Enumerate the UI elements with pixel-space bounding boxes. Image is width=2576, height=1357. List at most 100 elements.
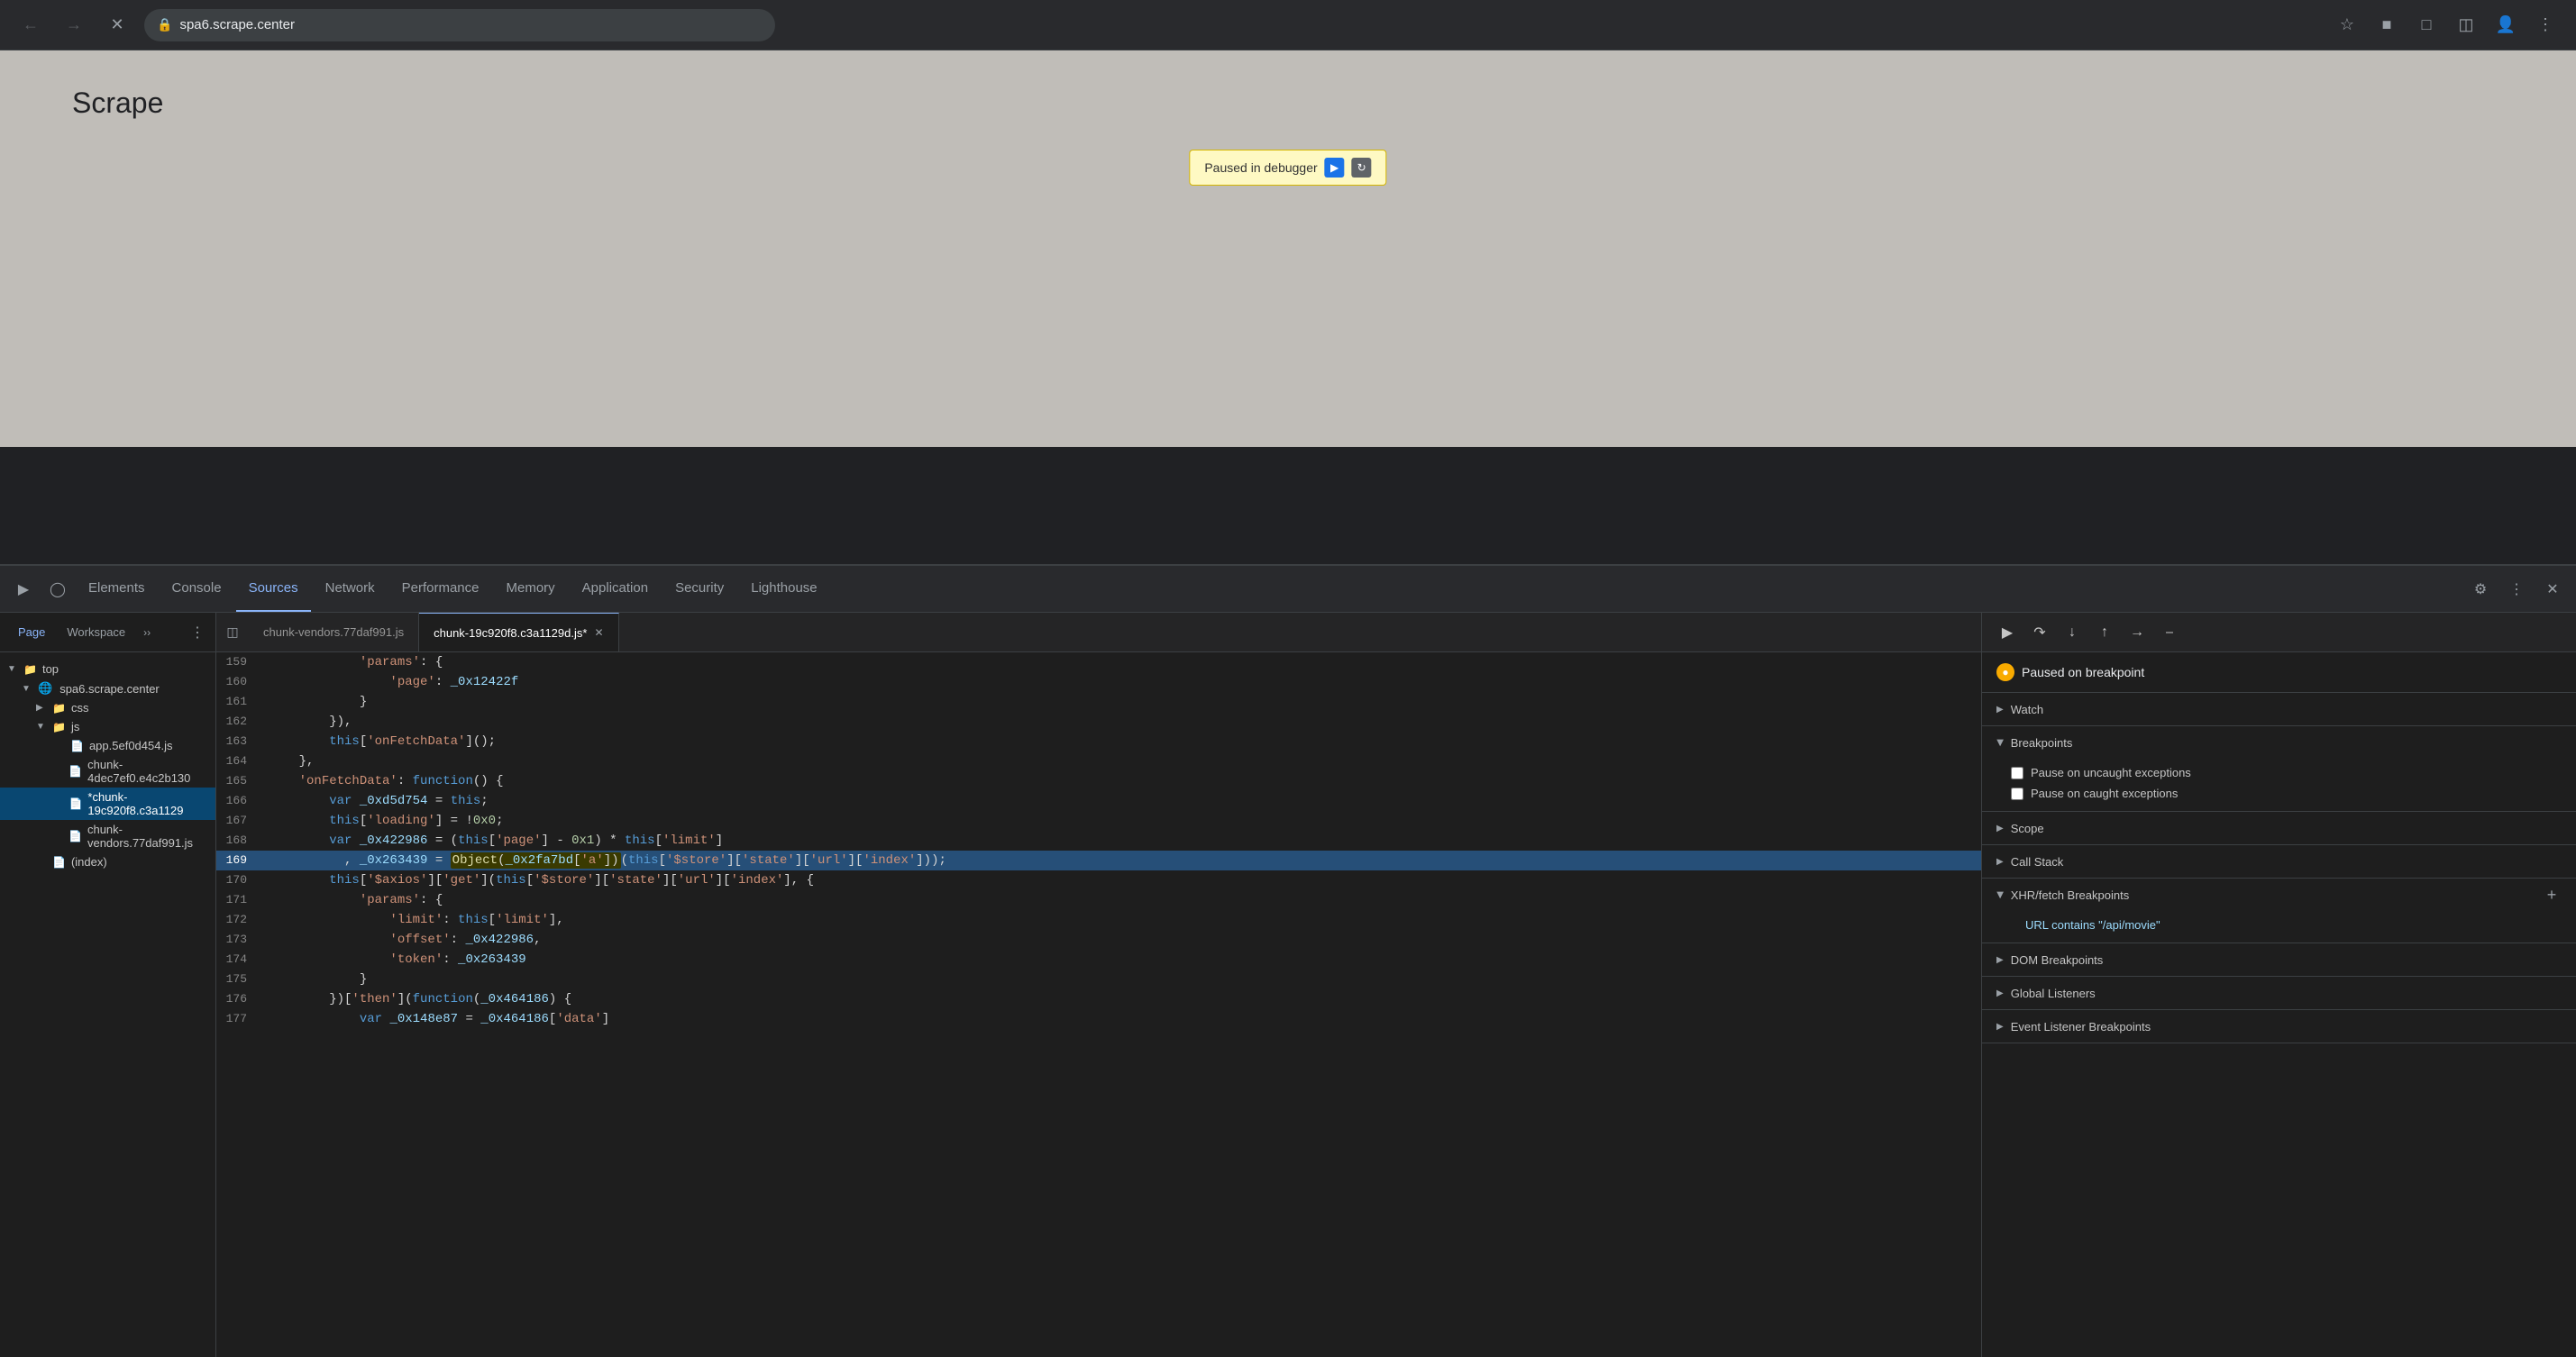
file-icon-vendors: 📄: [69, 830, 82, 842]
file-tab-vendors[interactable]: chunk-vendors.77daf991.js: [249, 613, 419, 651]
sidebar-tab-workspace[interactable]: Workspace: [59, 622, 132, 642]
tree-arrow-css: ▶: [36, 703, 49, 713]
breakpoints-arrow: ▶: [1995, 739, 2005, 746]
tab-network[interactable]: Network: [313, 566, 388, 612]
file-panel-toggle[interactable]: ◫: [216, 616, 249, 649]
pause-resume-button[interactable]: ▶: [1993, 618, 2022, 647]
file-icon-app-js: 📄: [70, 740, 84, 752]
forward-button[interactable]: →: [58, 9, 90, 41]
step-over-button[interactable]: ↷: [2025, 618, 2054, 647]
dom-breakpoints-header[interactable]: ▶ DOM Breakpoints: [1982, 943, 2576, 976]
code-line-164: 164 },: [216, 751, 1981, 771]
call-stack-section-header[interactable]: ▶ Call Stack: [1982, 845, 2576, 878]
event-listener-breakpoints-section: ▶ Event Listener Breakpoints: [1982, 1010, 2576, 1043]
split-screen-button[interactable]: ◫: [2450, 9, 2482, 41]
address-bar[interactable]: 🔒 spa6.scrape.center: [144, 9, 775, 41]
sidebar-file-tree: ▼ 📁 top ▼ 🌐 spa6.scrape.center ▶ 📁 css: [0, 652, 215, 1357]
tree-item-top[interactable]: ▼ 📁 top: [0, 660, 215, 678]
deactivate-breakpoints-button[interactable]: ⎯: [2155, 618, 2184, 647]
code-line-174: 174 'token': _0x263439: [216, 950, 1981, 970]
tab-console[interactable]: Console: [160, 566, 234, 612]
xhr-breakpoints-header[interactable]: ▶ XHR/fetch Breakpoints +: [1982, 879, 2576, 911]
tree-item-spa6[interactable]: ▼ 🌐 spa6.scrape.center: [0, 678, 215, 698]
domain-icon-spa6: 🌐: [38, 681, 52, 696]
resume-button[interactable]: ▶: [1325, 158, 1345, 178]
workspace-more[interactable]: ››: [143, 626, 151, 639]
code-line-172: 172 'limit': this['limit'],: [216, 910, 1981, 930]
pause-uncaught-label: Pause on uncaught exceptions: [2031, 766, 2191, 779]
step-button[interactable]: →: [2123, 618, 2151, 647]
extensions-button[interactable]: ■: [2370, 9, 2403, 41]
step-into-button[interactable]: ↓: [2058, 618, 2087, 647]
sidebar-header-menu[interactable]: ⋮: [190, 624, 205, 642]
reload-button[interactable]: ✕: [101, 9, 133, 41]
xhr-add-button[interactable]: +: [2542, 885, 2562, 905]
device-toolbar-button[interactable]: ◯: [41, 573, 74, 606]
step-over-button[interactable]: ↻: [1352, 158, 1372, 178]
page-viewport: Scrape Paused in debugger ▶ ↻: [0, 50, 2576, 456]
event-listener-arrow: ▶: [1996, 1022, 2004, 1032]
tab-lighthouse[interactable]: Lighthouse: [738, 566, 829, 612]
step-out-button[interactable]: ↑: [2090, 618, 2119, 647]
sidebar-tab-page[interactable]: Page: [11, 622, 52, 642]
breakpoints-content: Pause on uncaught exceptions Pause on ca…: [1982, 759, 2576, 811]
menu-button[interactable]: ⋮: [2529, 9, 2562, 41]
breakpoints-section-header[interactable]: ▶ Breakpoints: [1982, 726, 2576, 759]
pause-caught-input[interactable]: [2011, 788, 2023, 800]
devtools-tab-bar: ▶ ◯ Elements Console Sources Network Per…: [0, 566, 2576, 613]
event-listener-breakpoints-header[interactable]: ▶ Event Listener Breakpoints: [1982, 1010, 2576, 1043]
scope-section: ▶ Scope: [1982, 812, 2576, 845]
code-line-159: 159 'params': {: [216, 652, 1981, 672]
devtools-close-button[interactable]: ✕: [2536, 573, 2569, 606]
tree-item-index[interactable]: ▶ 📄 (index): [0, 852, 215, 871]
dom-arrow: ▶: [1996, 955, 2004, 965]
global-listeners-header[interactable]: ▶ Global Listeners: [1982, 977, 2576, 1009]
file-tab-chunk19c-label: chunk-19c920f8.c3a1129d.js*: [434, 626, 587, 640]
tab-application[interactable]: Application: [570, 566, 661, 612]
file-tab-chunk19c[interactable]: chunk-19c920f8.c3a1129d.js* ✕: [419, 613, 618, 651]
browser-chrome: ← → ✕ 🔒 spa6.scrape.center ☆ ■ □ ◫ 👤 ⋮: [0, 0, 2576, 50]
event-listener-label: Event Listener Breakpoints: [2011, 1020, 2151, 1034]
scope-section-header[interactable]: ▶ Scope: [1982, 812, 2576, 844]
tree-label-js: js: [71, 720, 79, 733]
watch-arrow: ▶: [1996, 705, 2004, 715]
folder-icon-top: 📁: [23, 663, 37, 676]
code-line-170: 170 this['$axios']['get'](this['$store']…: [216, 870, 1981, 890]
devtools-more-button[interactable]: ⋮: [2500, 573, 2533, 606]
pause-circle-icon: ●: [1996, 663, 2014, 681]
tree-item-vendors[interactable]: ▶ 📄 chunk-vendors.77daf991.js: [0, 820, 215, 852]
devtools-settings-button[interactable]: ⚙: [2464, 573, 2497, 606]
tab-sources[interactable]: Sources: [236, 566, 311, 612]
tree-arrow-spa6: ▼: [22, 684, 34, 694]
sources-sidebar: Page Workspace ›› ⋮ ▼ 📁 top ▼ 🌐 spa6.scr…: [0, 613, 216, 1357]
tree-item-chunk4dec[interactable]: ▶ 📄 chunk-4dec7ef0.e4c2b130: [0, 755, 215, 788]
code-editor[interactable]: 159 'params': { 160 'page': _0x12422f 16…: [216, 652, 1981, 1357]
tree-item-app-js[interactable]: ▶ 📄 app.5ef0d454.js: [0, 736, 215, 755]
call-stack-label: Call Stack: [2011, 855, 2064, 869]
pause-uncaught-checkbox[interactable]: Pause on uncaught exceptions: [2011, 762, 2562, 783]
page-content: Scrape: [0, 50, 2576, 447]
code-line-163: 163 this['onFetchData']();: [216, 732, 1981, 751]
bookmark-button[interactable]: ☆: [2331, 9, 2363, 41]
tree-item-chunk19c[interactable]: ▶ 📄 *chunk-19c920f8.c3a1129: [0, 788, 215, 820]
profile-button[interactable]: 👤: [2489, 9, 2522, 41]
tree-item-js[interactable]: ▼ 📁 js: [0, 717, 215, 736]
xhr-arrow: ▶: [1995, 891, 2005, 898]
tab-elements[interactable]: Elements: [76, 566, 158, 612]
watch-section-header[interactable]: ▶ Watch: [1982, 693, 2576, 725]
file-tab-close-button[interactable]: ✕: [594, 626, 603, 639]
inspect-element-button[interactable]: ▶: [7, 573, 40, 606]
call-stack-section: ▶ Call Stack: [1982, 845, 2576, 879]
extensions-puzzle-button[interactable]: □: [2410, 9, 2443, 41]
pause-caught-checkbox[interactable]: Pause on caught exceptions: [2011, 783, 2562, 804]
paused-banner-text: Paused in debugger: [1204, 160, 1317, 175]
file-icon-chunk4dec: 📄: [69, 765, 82, 778]
global-listeners-arrow: ▶: [1996, 988, 2004, 998]
xhr-breakpoints-label: XHR/fetch Breakpoints: [2011, 888, 2130, 902]
tab-memory[interactable]: Memory: [494, 566, 568, 612]
tree-item-css[interactable]: ▶ 📁 css: [0, 698, 215, 717]
back-button[interactable]: ←: [14, 9, 47, 41]
pause-uncaught-input[interactable]: [2011, 767, 2023, 779]
tab-security[interactable]: Security: [662, 566, 736, 612]
tab-performance[interactable]: Performance: [389, 566, 492, 612]
